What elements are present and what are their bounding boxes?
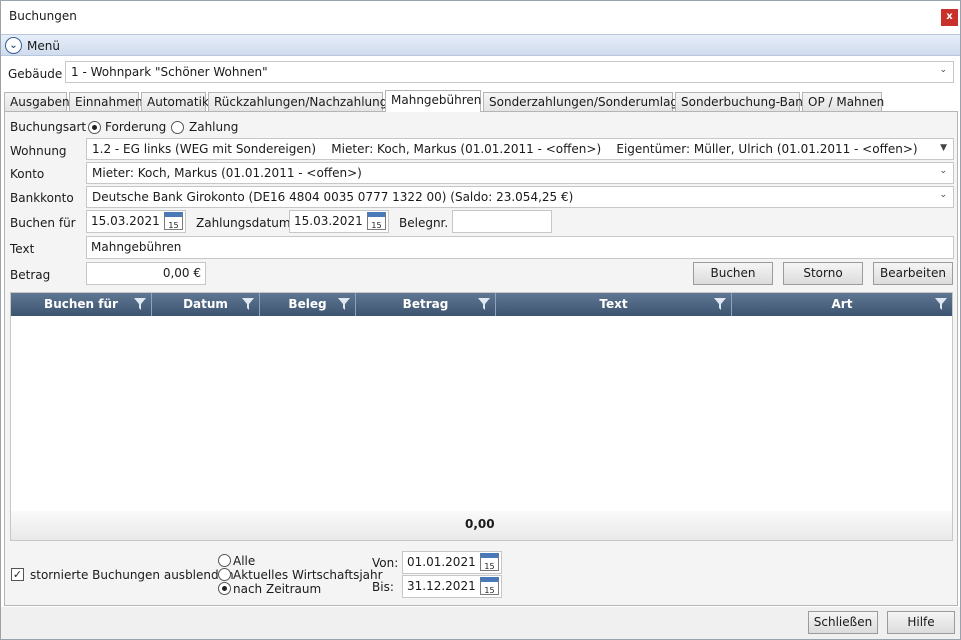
storno-button[interactable]: Storno [783,262,863,285]
tab-sonderzahlungen[interactable]: Sonderzahlungen/Sonderumlagen [483,92,693,111]
column-label: Buchen für [44,297,118,311]
tab-einnahmen[interactable]: Einnahmen [69,92,143,111]
column-header-betrag[interactable]: Betrag [356,293,496,316]
tab-ausgaben[interactable]: Ausgaben [4,92,70,111]
chevron-down-icon[interactable]: ⌄ [5,37,22,54]
tab-sonderbuchung-bank[interactable]: Sonderbuchung-Bank [675,92,810,111]
close-icon: x [946,11,953,22]
column-label: Beleg [288,297,327,311]
grid-total: 0,00 [465,517,495,531]
dropdown-arrow-icon: ⌄ [939,166,947,176]
bearbeiten-button[interactable]: Bearbeiten [873,262,953,285]
filter-icon[interactable] [478,298,490,310]
text-field[interactable]: Mahngebühren [86,236,954,259]
column-header-beleg[interactable]: Beleg [260,293,356,316]
calendar-icon[interactable]: 15 [480,553,499,571]
help-button[interactable]: Hilfe [887,611,955,634]
von-label: Von: [372,556,399,570]
calendar-icon[interactable]: 15 [480,577,499,595]
dropdown-arrow-icon: ⌄ [939,190,947,200]
gebaeude-value: 1 - Wohnpark "Schöner Wohnen" [71,65,268,79]
bankkonto-select[interactable]: Deutsche Bank Girokonto (DE16 4804 0035 … [86,186,954,208]
range-wirtschaftsjahr-radio[interactable] [218,568,231,581]
filter-icon[interactable] [338,298,350,310]
betrag-value: 0,00 € [162,266,201,280]
tab-bar: Ausgaben Einnahmen Automatik Rückzahlung… [4,90,958,112]
bis-value: 31.12.2021 [407,579,476,593]
forderung-radio[interactable] [88,121,101,134]
close-button[interactable]: x [941,9,958,26]
tab-mahngebuehren[interactable]: Mahngebühren [385,90,481,112]
wohnung-value: 1.2 - EG links (WEG mit Sondereigen) Mie… [92,142,918,156]
buchen-fuer-label: Buchen für [10,216,76,230]
tab-automatik[interactable]: Automatik [141,92,209,111]
column-header-datum[interactable]: Datum [152,293,260,316]
hide-cancelled-label[interactable]: stornierte Buchungen ausblenden [30,568,234,582]
belegnr-label: Belegnr. [399,216,449,230]
zahlungsdatum-label: Zahlungsdatum [196,216,291,230]
grid-summary-row: 0,00 [11,511,952,540]
range-zeitraum-label[interactable]: nach Zeitraum [233,582,321,596]
close-dialog-button[interactable]: Schließen [808,611,878,634]
dialog-footer: Schließen Hilfe [1,607,960,639]
range-alle-radio[interactable] [218,554,231,567]
grid-header: Buchen für Datum Beleg Betrag Text Art [11,293,952,316]
zahlungsdatum-value: 15.03.2021 [294,214,363,228]
bankkonto-label: Bankkonto [10,191,74,205]
column-header-buchen-fuer[interactable]: Buchen für [11,293,152,316]
gebaeude-label: Gebäude [8,67,63,81]
filter-icon[interactable] [242,298,254,310]
checkmark-icon: ✓ [12,568,23,581]
belegnr-field[interactable] [452,210,552,233]
konto-select[interactable]: Mieter: Koch, Markus (01.01.2011 - <offe… [86,162,954,184]
konto-label: Konto [10,167,45,181]
buchen-fuer-value: 15.03.2021 [91,214,160,228]
range-wirtschaftsjahr-label[interactable]: Aktuelles Wirtschaftsjahr [233,568,383,582]
wohnung-label: Wohnung [10,144,67,158]
buchungsart-label: Buchungsart [10,120,87,134]
title-bar: Buchungen x [1,1,960,33]
betrag-label: Betrag [10,268,51,282]
range-zeitraum-radio[interactable] [218,582,231,595]
betrag-field[interactable]: 0,00 € [86,262,206,285]
column-header-text[interactable]: Text [496,293,732,316]
column-label: Art [831,297,853,311]
calendar-icon[interactable]: 15 [164,212,183,230]
range-alle-label[interactable]: Alle [233,554,255,568]
forderung-label[interactable]: Forderung [105,120,166,134]
hide-cancelled-checkbox[interactable]: ✓ [11,568,24,581]
dropdown-arrow-icon: ▼ [940,143,947,153]
text-value: Mahngebühren [91,240,182,254]
tab-rueckzahlungen[interactable]: Rückzahlungen/Nachzahlungen [208,92,402,111]
buchungen-grid[interactable]: Buchen für Datum Beleg Betrag Text Art 0… [10,292,953,541]
konto-value: Mieter: Koch, Markus (01.01.2011 - <offe… [92,166,362,180]
gebaeude-select[interactable]: 1 - Wohnpark "Schöner Wohnen" ⌄ [65,61,954,83]
buchen-button[interactable]: Buchen [693,262,773,285]
column-label: Text [599,297,628,311]
bankkonto-value: Deutsche Bank Girokonto (DE16 4804 0035 … [92,190,574,204]
zahlung-label[interactable]: Zahlung [189,120,238,134]
filter-icon[interactable] [935,298,947,310]
filter-icon[interactable] [714,298,726,310]
filter-icon[interactable] [134,298,146,310]
zahlung-radio[interactable] [171,121,184,134]
menu-label[interactable]: Menü [27,39,60,53]
dropdown-arrow-icon: ⌄ [939,65,947,75]
von-value: 01.01.2021 [407,555,476,569]
column-label: Betrag [402,297,449,311]
buchungen-window: Buchungen x ⌄ Menü Gebäude 1 - Wohnpark … [0,0,961,640]
column-label: Datum [183,297,228,311]
menu-bar[interactable]: ⌄ Menü [1,34,960,56]
tab-op-mahnen[interactable]: OP / Mahnen [802,92,884,111]
text-label: Text [10,242,35,256]
window-title: Buchungen [9,9,77,23]
wohnung-select[interactable]: 1.2 - EG links (WEG mit Sondereigen) Mie… [86,138,954,160]
calendar-icon[interactable]: 15 [367,212,386,230]
bis-label: Bis: [372,580,394,594]
column-header-art[interactable]: Art [732,293,952,316]
